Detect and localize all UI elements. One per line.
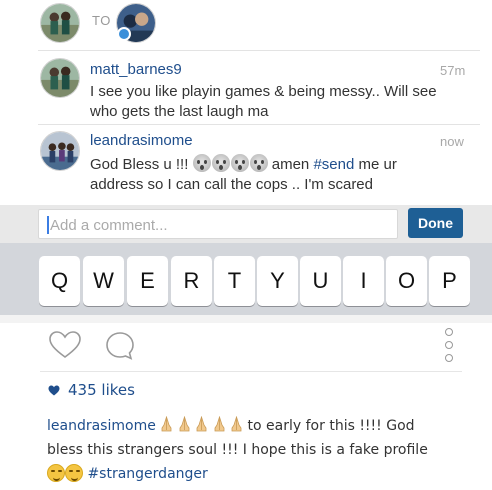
more-options-icon[interactable]	[443, 326, 455, 364]
divider	[38, 50, 480, 51]
smile-emoji	[47, 464, 65, 482]
praying-hands-emoji	[179, 416, 190, 432]
comment-text-line: I see you like playin games & being mess…	[90, 83, 437, 100]
done-button[interactable]: Done	[408, 208, 463, 238]
comment-icon[interactable]	[104, 330, 136, 362]
smile-emoji	[65, 464, 83, 482]
story-ring-icon	[117, 27, 131, 41]
comment-text: God Bless u !!! amen #send me ur address…	[90, 154, 480, 195]
key-q[interactable]: Q	[39, 256, 80, 306]
caption-username[interactable]: leandrasimome	[47, 418, 156, 434]
caption-hashtag[interactable]: #strangerdanger	[87, 466, 207, 482]
divider	[40, 371, 462, 372]
comment-text-segment: amen	[271, 156, 310, 173]
commenter-avatar[interactable]	[40, 58, 80, 98]
keyboard-bottom-edge	[0, 315, 492, 323]
scream-emoji-group	[192, 154, 268, 172]
comment-time: 57m	[440, 63, 466, 78]
key-u[interactable]: U	[300, 256, 341, 306]
comment-text: I see you like playin games & being mess…	[90, 82, 437, 122]
key-w[interactable]: W	[83, 256, 124, 306]
scream-emoji	[230, 154, 249, 172]
comment-username[interactable]: matt_barnes9	[90, 61, 182, 78]
divider	[38, 124, 480, 125]
scream-emoji	[192, 154, 211, 172]
scream-emoji	[249, 154, 268, 172]
hashtag-link[interactable]: #send	[313, 156, 354, 173]
praying-hands-emoji	[231, 416, 242, 432]
key-p[interactable]: P	[429, 256, 470, 306]
key-r[interactable]: R	[171, 256, 212, 306]
comment-input-placeholder: Add a comment...	[50, 217, 168, 234]
key-e[interactable]: E	[127, 256, 168, 306]
caption-text: bless this strangers soul !!! I hope thi…	[47, 442, 428, 458]
praying-hands-emoji	[214, 416, 225, 432]
comment-time: now	[440, 134, 464, 149]
text-caret	[47, 216, 49, 234]
key-y[interactable]: Y	[257, 256, 298, 306]
comment-text-segment: God Bless u !!!	[90, 156, 189, 173]
comment-text-line: God Bless u !!! amen #send me ur	[90, 154, 480, 175]
comment-text-segment: me ur	[358, 156, 397, 173]
sender-avatar[interactable]	[40, 3, 80, 43]
key-i[interactable]: I	[343, 256, 384, 306]
comment-input[interactable]: Add a comment...	[38, 209, 398, 239]
praying-hands-emoji	[196, 416, 207, 432]
comment-username[interactable]: leandrasimome	[90, 132, 193, 149]
likes-row[interactable]: 435 likes	[48, 381, 135, 399]
caption-text: to early for this !!!! God	[247, 418, 415, 434]
comment-text-line: who gets the last laugh ma	[90, 103, 269, 120]
comment-text-line: address so I can call the cops .. I'm sc…	[90, 176, 373, 193]
key-t[interactable]: T	[214, 256, 255, 306]
likes-count: 435 likes	[68, 381, 135, 399]
small-heart-icon	[48, 385, 60, 395]
key-o[interactable]: O	[386, 256, 427, 306]
post-caption: leandrasimome to early for this !!!! God…	[47, 414, 477, 486]
praying-hands-emoji	[161, 416, 172, 432]
heart-icon[interactable]	[48, 330, 82, 360]
commenter-avatar[interactable]	[40, 131, 80, 171]
to-label: TO	[92, 13, 111, 28]
scream-emoji	[211, 154, 230, 172]
